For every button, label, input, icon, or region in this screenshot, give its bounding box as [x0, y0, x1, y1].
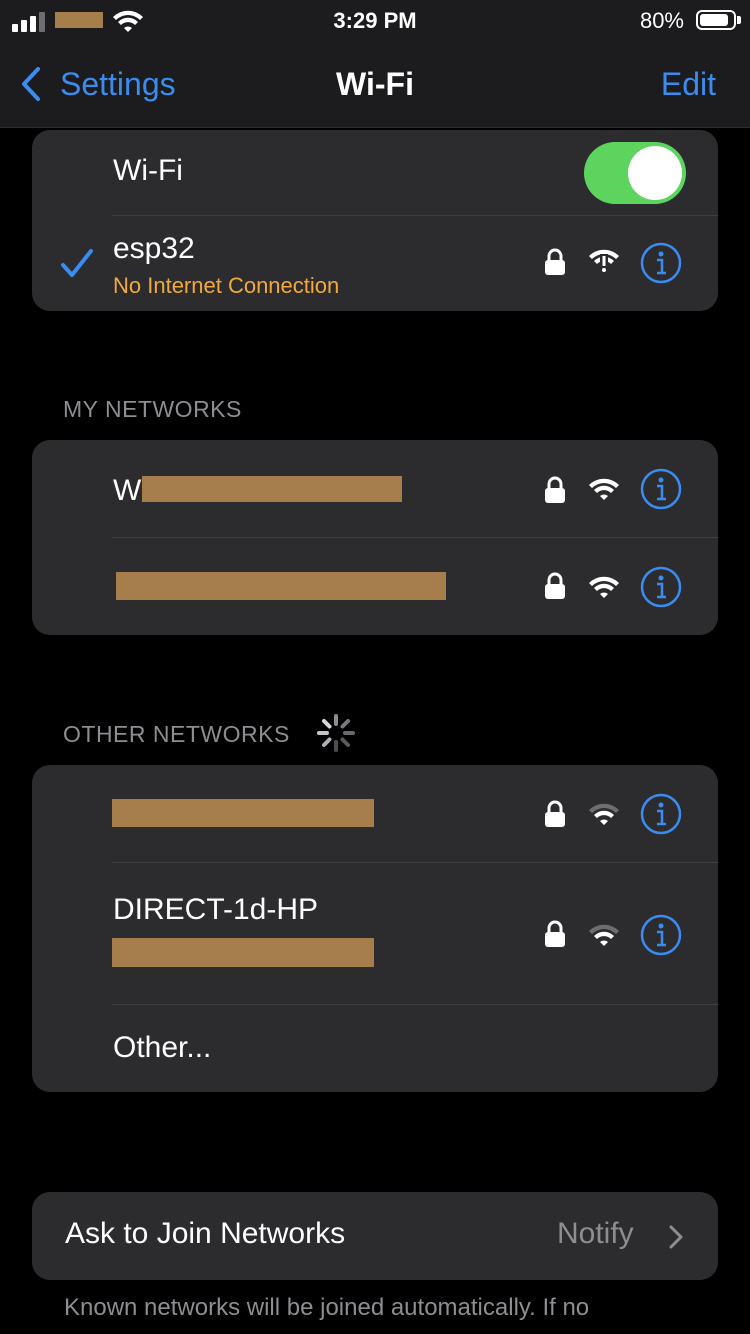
wifi-signal-weak-icon [589, 924, 619, 946]
info-icon[interactable] [640, 242, 682, 284]
wifi-card: Wi-Fi esp32 No Internet Connection [32, 130, 718, 311]
status-time: 3:29 PM [333, 8, 417, 33]
info-icon[interactable] [640, 468, 682, 510]
wifi-signal-icon [589, 478, 619, 500]
lock-icon [545, 476, 565, 503]
lock-icon [545, 800, 565, 827]
info-icon[interactable] [640, 793, 682, 835]
network-name-redacted [112, 799, 374, 827]
lock-icon [545, 572, 565, 599]
info-icon[interactable] [640, 566, 682, 608]
other-networks-header: OTHER NETWORKS [63, 721, 290, 747]
loading-spinner-icon [317, 714, 355, 752]
other-networks-card: DIRECT-1d-HP Other... [32, 765, 718, 1092]
network-name-redacted [142, 476, 402, 502]
my-networks-card: W [32, 440, 718, 635]
checkmark-icon [61, 249, 93, 277]
wifi-toggle[interactable] [584, 142, 686, 204]
ask-to-join-value: Notify [557, 1217, 634, 1250]
lock-icon [545, 248, 565, 275]
divider [112, 215, 718, 216]
toggle-knob [628, 146, 682, 200]
network-name[interactable]: DIRECT-1d-HP [113, 893, 318, 927]
edit-button[interactable]: Edit [661, 66, 716, 103]
network-name[interactable]: W [113, 474, 141, 508]
my-networks-header: MY NETWORKS [63, 396, 242, 422]
wifi-signal-icon [589, 576, 619, 598]
divider [112, 862, 718, 863]
page-title: Wi-Fi [336, 66, 414, 102]
other-network-button[interactable]: Other... [113, 1031, 211, 1065]
connected-network-name[interactable]: esp32 [113, 232, 195, 266]
wifi-toggle-label: Wi-Fi [113, 154, 183, 187]
divider [112, 1004, 718, 1005]
chevron-right-icon [669, 1225, 683, 1249]
lock-icon [545, 920, 565, 947]
battery-icon [696, 10, 736, 30]
divider [112, 537, 718, 538]
network-name-redacted [116, 572, 446, 600]
status-bar: 3:29 PM 80% [0, 0, 750, 40]
connection-status: No Internet Connection [113, 273, 340, 298]
wifi-signal-weak-icon [589, 803, 619, 825]
info-icon[interactable] [640, 914, 682, 956]
footer-description: Known networks will be joined automatica… [64, 1294, 590, 1321]
battery-tip [737, 16, 741, 24]
battery-percent: 80% [639, 8, 684, 33]
ask-to-join-label: Ask to Join Networks [65, 1217, 346, 1250]
ask-to-join-row[interactable]: Ask to Join Networks Notify [32, 1192, 718, 1280]
wifi-no-internet-icon [589, 249, 619, 274]
network-detail-redacted [112, 938, 374, 967]
